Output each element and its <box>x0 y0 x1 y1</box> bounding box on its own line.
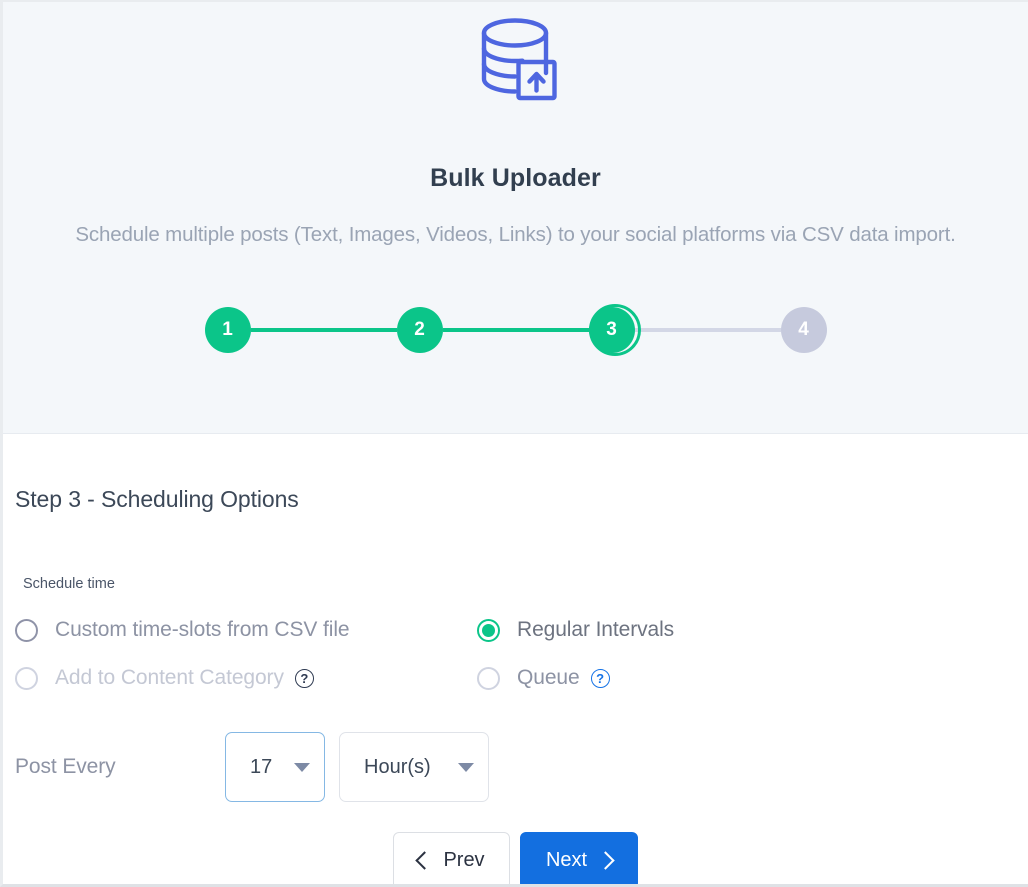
wizard-stepper: 1 2 3 4 <box>3 300 1028 360</box>
prev-button[interactable]: Prev <box>393 832 510 884</box>
chevron-down-icon <box>458 762 474 772</box>
radio-option-queue[interactable]: Queue ? <box>477 666 610 690</box>
radio-content-category-label: Add to Content Category <box>55 666 284 689</box>
post-every-unit-value: Hour(s) <box>364 755 431 778</box>
stepper-step-1[interactable]: 1 <box>202 304 254 356</box>
stepper-step-3[interactable]: 3 <box>586 304 641 356</box>
post-every-unit-select[interactable]: Hour(s) <box>339 732 489 802</box>
prev-button-label: Prev <box>443 849 485 871</box>
stepper-connector-3 <box>634 328 781 332</box>
radio-regular-intervals-indicator[interactable] <box>477 618 500 642</box>
chevron-down-icon <box>294 762 310 772</box>
stepper-step-2[interactable]: 2 <box>394 304 446 356</box>
app-logo <box>3 12 1028 108</box>
stepper-step-3-circle: 3 <box>588 307 635 353</box>
post-every-row: Post Every 17 Hour(s) <box>15 732 1028 802</box>
stepper-step-2-circle: 2 <box>396 307 443 353</box>
schedule-time-label: Schedule time <box>23 576 115 592</box>
post-every-amount-value: 17 <box>250 755 273 778</box>
database-upload-icon <box>481 18 557 101</box>
radio-custom-time-slots-indicator[interactable] <box>15 618 38 642</box>
post-every-amount-select[interactable]: 17 <box>225 732 325 802</box>
stepper-step-1-circle: 1 <box>204 307 251 353</box>
post-every-label: Post Every <box>15 755 116 778</box>
radio-row-1: Custom time-slots from CSV file Regular … <box>15 606 1028 654</box>
content-category-help-icon[interactable]: ? <box>294 668 314 688</box>
stepper-connector-2 <box>442 328 589 332</box>
radio-content-category-indicator[interactable] <box>15 666 38 690</box>
page-subtitle: Schedule multiple posts (Text, Images, V… <box>75 223 956 246</box>
radio-option-content-category[interactable]: Add to Content Category ? <box>15 666 477 690</box>
radio-row-2: Add to Content Category ? Queue ? <box>15 654 1028 702</box>
step-content: Step 3 - Scheduling Options Schedule tim… <box>3 434 1028 884</box>
radio-queue-indicator[interactable] <box>477 666 500 690</box>
hero-header: Bulk Uploader Schedule multiple posts (T… <box>3 2 1028 434</box>
page-title: Bulk Uploader <box>430 164 601 192</box>
schedule-time-radio-group: Custom time-slots from CSV file Regular … <box>15 606 1028 702</box>
chevron-right-icon <box>596 851 615 870</box>
stepper-connector-1 <box>250 328 397 332</box>
bulk-uploader-page: Bulk Uploader Schedule multiple posts (T… <box>0 0 1028 887</box>
stepper-step-4-circle: 4 <box>780 307 827 353</box>
next-button-label: Next <box>545 849 588 871</box>
next-button[interactable]: Next <box>520 832 638 884</box>
step-heading: Step 3 - Scheduling Options <box>15 486 299 512</box>
radio-option-regular-intervals[interactable]: Regular Intervals <box>477 618 674 642</box>
radio-queue-label: Queue <box>517 666 580 689</box>
chevron-left-icon <box>415 851 435 870</box>
queue-help-icon[interactable]: ? <box>590 668 610 688</box>
radio-option-custom-time-slots[interactable]: Custom time-slots from CSV file <box>15 618 477 642</box>
radio-custom-time-slots-label: Custom time-slots from CSV file <box>55 618 350 641</box>
radio-regular-intervals-label: Regular Intervals <box>517 618 675 641</box>
stepper-step-4[interactable]: 4 <box>778 304 830 356</box>
wizard-navigation: Prev Next <box>15 832 1028 884</box>
